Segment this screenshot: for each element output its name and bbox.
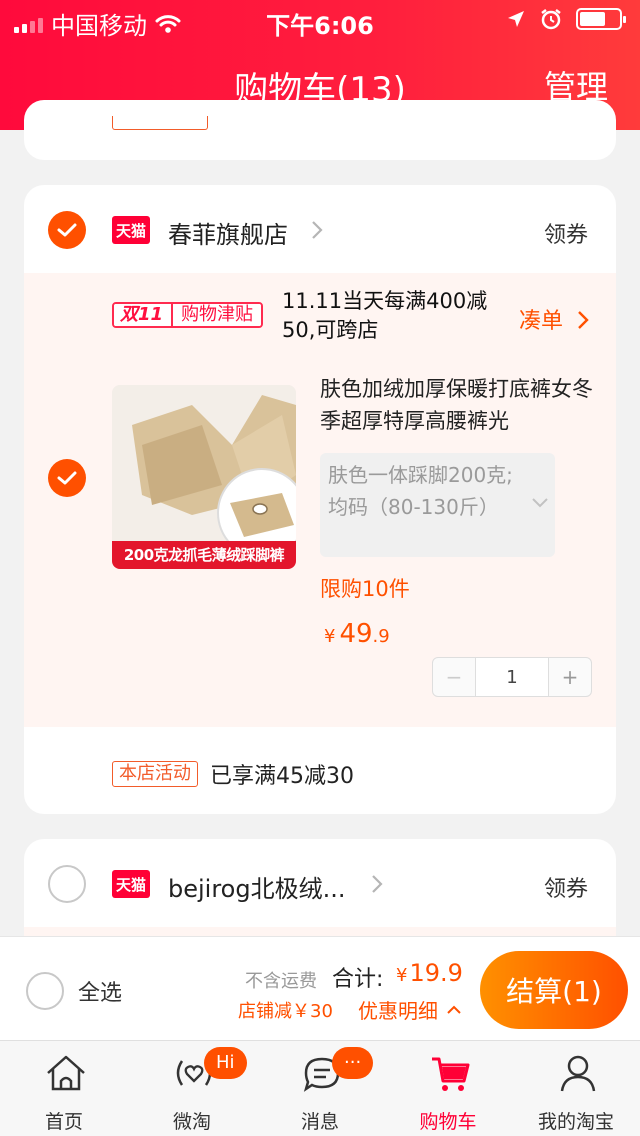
check-icon	[57, 471, 77, 485]
discount-detail-button[interactable]: 优惠明细	[358, 995, 462, 1024]
tab-label: 消息	[300, 1111, 339, 1133]
promo-text: 11.11当天每满400减50,可跨店	[282, 289, 488, 342]
thumbnail-banner: 200克龙抓毛薄绒踩脚裤	[112, 541, 296, 569]
chevron-right-icon[interactable]	[310, 219, 324, 241]
profile-icon	[560, 1055, 596, 1092]
item-checkbox[interactable]	[48, 459, 86, 497]
status-bar: 中国移动 下午6:06	[0, 0, 640, 40]
battery-icon	[576, 8, 626, 30]
store-card: 天猫 春菲旗舰店 领券 双11 购物津贴 11.11当天每满400减50,可跨店…	[24, 185, 616, 814]
allowance-badge: 双11 购物津贴	[112, 302, 264, 328]
tab-messages[interactable]: ··· 消息	[256, 1041, 384, 1136]
allowance-label: 购物津贴	[173, 304, 262, 326]
collect-order-button[interactable]: 凑单	[519, 303, 590, 335]
double-eleven-label: 双11	[114, 304, 174, 326]
shop-discount: 店铺减￥30	[238, 1001, 333, 1022]
tab-home[interactable]: 首页	[0, 1041, 128, 1136]
tab-label: 购物车	[419, 1111, 477, 1133]
coupon-button[interactable]: 领券	[544, 871, 588, 903]
chevron-right-icon[interactable]	[370, 873, 384, 895]
cart-icon	[432, 1057, 470, 1091]
tmall-badge: 天猫	[112, 216, 150, 244]
total-value: 19.9	[409, 959, 463, 987]
tab-cart[interactable]: 购物车	[384, 1041, 512, 1136]
tmall-badge: 天猫	[112, 870, 150, 898]
discount-detail-label: 优惠明细	[358, 999, 438, 1023]
collect-order-label: 凑单	[518, 309, 563, 334]
alarm-icon	[541, 9, 561, 30]
previous-store-card	[24, 100, 616, 160]
store-name[interactable]: bejirog北极绒...	[168, 869, 345, 904]
product-thumbnail[interactable]: 200克龙抓毛薄绒踩脚裤	[112, 385, 296, 569]
total-amount: ¥19.9	[396, 959, 463, 987]
more-badge: ···	[332, 1047, 374, 1079]
sku-selector[interactable]: 肤色一体踩脚200克;均码（80-130斤）	[320, 453, 555, 557]
tab-profile[interactable]: 我的淘宝	[512, 1041, 640, 1136]
promo-banner: 双11 购物津贴 11.11当天每满400减50,可跨店 凑单	[24, 273, 616, 361]
store-checkbox[interactable]	[48, 865, 86, 903]
tab-label: 微淘	[172, 1111, 211, 1133]
store-name[interactable]: 春菲旗舰店	[168, 215, 288, 250]
chevron-down-icon	[532, 498, 548, 508]
tab-weitao[interactable]: Hi 微淘	[128, 1041, 256, 1136]
checkout-button[interactable]: 结算(1)	[480, 951, 628, 1029]
tab-label: 首页	[44, 1111, 83, 1133]
quantity-stepper: − 1 +	[432, 657, 592, 697]
store-checkbox[interactable]	[48, 211, 86, 249]
quantity-decrease-button[interactable]: −	[433, 658, 475, 696]
hi-badge: Hi	[204, 1047, 247, 1079]
store-activity: 本店活动 已享满45减30	[112, 758, 354, 790]
quantity-input[interactable]: 1	[475, 658, 549, 696]
select-all-checkbox[interactable]	[26, 972, 64, 1010]
currency-symbol: ¥	[324, 626, 336, 647]
chevron-up-icon	[447, 1005, 461, 1014]
cart-item: 200克龙抓毛薄绒踩脚裤 肤色加绒加厚保暖打底裤女冬季超厚特厚高腰裤光 肤色一体…	[24, 361, 616, 727]
tab-label: 我的淘宝	[537, 1111, 614, 1133]
coupon-button[interactable]: 领券	[544, 217, 588, 249]
price-integer: 49	[339, 619, 373, 649]
activity-text: 已享满45减30	[210, 764, 354, 789]
select-all-label[interactable]: 全选	[78, 975, 122, 1007]
tab-bar: 首页 Hi 微淘 ··· 消息 购物车 我的淘宝	[0, 1040, 640, 1136]
quantity-increase-button[interactable]: +	[549, 658, 591, 696]
activity-tag: 本店活动	[112, 761, 198, 787]
purchase-limit: 限购10件	[320, 577, 410, 601]
activity-tag-fragment	[112, 116, 208, 130]
shipping-note: 不含运费	[245, 971, 317, 992]
home-icon	[47, 1055, 85, 1091]
location-icon	[508, 11, 524, 27]
currency-symbol: ¥	[396, 965, 408, 986]
price-decimal: .9	[372, 626, 390, 647]
sku-text: 肤色一体踩脚200克;均码（80-130斤）	[328, 463, 513, 519]
checkout-bar: 全选 不含运费 合计: ¥19.9 店铺减￥30 优惠明细 结算(1)	[0, 936, 640, 1040]
check-icon	[57, 223, 77, 237]
item-price: ¥49.9	[324, 619, 390, 649]
chevron-right-icon	[578, 311, 589, 329]
total-label: 合计:	[332, 967, 384, 992]
product-title[interactable]: 肤色加绒加厚保暖打底裤女冬季超厚特厚高腰裤光	[320, 373, 600, 437]
